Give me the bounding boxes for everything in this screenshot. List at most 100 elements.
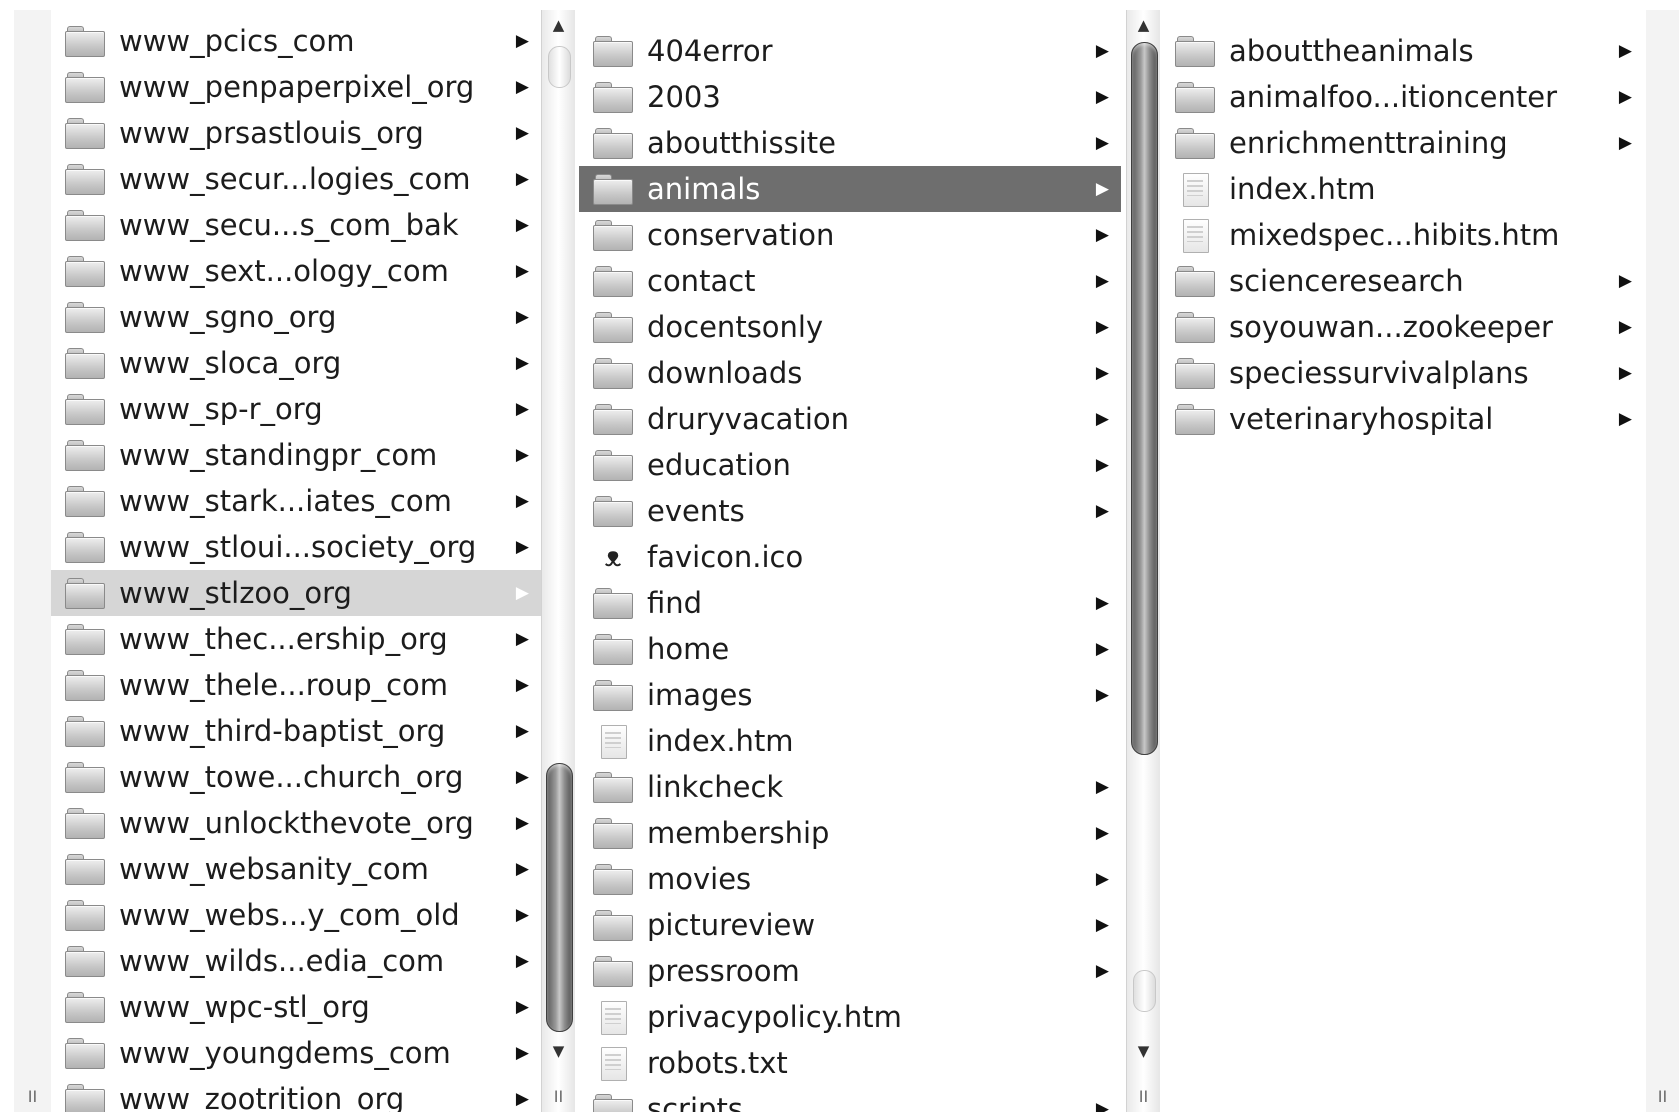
folder-row[interactable]: www_wilds...edia_com ▶ [51,938,541,984]
folder-icon [593,909,633,941]
stlzoo-scrollbar[interactable]: ▲ ▼ II [1126,10,1160,1112]
folder-row[interactable]: downloads ▶ [579,350,1121,396]
folder-row[interactable]: www_stloui...society_org ▶ [51,524,541,570]
folder-row[interactable]: 2003 ▶ [579,74,1121,120]
folder-row[interactable]: www_wpc-stl_org ▶ [51,984,541,1030]
folder-row[interactable]: www_towe...church_org ▶ [51,754,541,800]
folder-row[interactable]: www_sgno_org ▶ [51,294,541,340]
folder-row[interactable]: 404error ▶ [579,28,1121,74]
folder-row[interactable]: linkcheck ▶ [579,764,1121,810]
folder-row[interactable]: education ▶ [579,442,1121,488]
file-row[interactable]: index.htm [1161,166,1644,212]
column-resize-grip[interactable]: II [1127,1087,1160,1106]
item-name: membership [647,816,830,850]
chevron-right-icon: ▶ [515,307,529,327]
folder-row[interactable]: www_penpaperpixel_org ▶ [51,64,541,110]
file-row[interactable]: index.htm [579,718,1121,764]
folder-row[interactable]: www_websanity_com ▶ [51,846,541,892]
folder-row[interactable]: movies ▶ [579,856,1121,902]
folder-icon [65,439,105,471]
folder-row[interactable]: find ▶ [579,580,1121,626]
folder-icon [593,449,633,481]
file-row[interactable]: privacypolicy.htm [579,994,1121,1040]
folder-row[interactable]: www_stark...iates_com ▶ [51,478,541,524]
file-row[interactable]: robots.txt [579,1040,1121,1086]
scroll-down-arrow-icon[interactable]: ▼ [1127,1042,1160,1060]
folder-row[interactable]: www_thele...roup_com ▶ [51,662,541,708]
chevron-right-icon: ▶ [1618,87,1632,107]
folder-row[interactable]: www_webs...y_com_old ▶ [51,892,541,938]
folder-row[interactable]: docentsonly ▶ [579,304,1121,350]
item-name: www_webs...y_com_old [119,898,460,932]
folder-row[interactable]: www_sext...ology_com ▶ [51,248,541,294]
folder-row[interactable]: abouttheanimals ▶ [1161,28,1644,74]
file-row[interactable]: mixedspec...hibits.htm [1161,212,1644,258]
folder-row[interactable]: www_sloca_org ▶ [51,340,541,386]
folder-row[interactable]: scienceresearch ▶ [1161,258,1644,304]
folder-row[interactable]: www_thec...ership_org ▶ [51,616,541,662]
folder-row[interactable]: www_sp-r_org ▶ [51,386,541,432]
column-resize-grip[interactable]: II [1646,1087,1679,1106]
folder-row[interactable]: membership ▶ [579,810,1121,856]
folder-row[interactable]: www_secur...logies_com ▶ [51,156,541,202]
scrollbar-thumb[interactable] [546,763,573,1032]
folder-row[interactable]: www_third-baptist_org ▶ [51,708,541,754]
item-name: www_sext...ology_com [119,254,449,288]
folder-row[interactable]: www_zootrition_org ▶ [51,1076,541,1112]
folder-row[interactable]: veterinaryhospital ▶ [1161,396,1644,442]
scrollbar-thumb[interactable] [1131,42,1158,755]
sites-scrollbar[interactable]: ▲ ▼ II [541,10,575,1112]
folder-icon [65,669,105,701]
folder-row[interactable]: events ▶ [579,488,1121,534]
folder-row[interactable]: www_stlzoo_org ▶ [51,570,541,616]
folder-row[interactable]: www_youngdems_com ▶ [51,1030,541,1076]
chevron-right-icon: ▶ [1618,133,1632,153]
scroll-up-arrow-icon[interactable]: ▲ [1127,16,1160,34]
folder-row[interactable]: images ▶ [579,672,1121,718]
folder-row[interactable]: scripts ▶ [579,1086,1121,1112]
folder-row[interactable]: home ▶ [579,626,1121,672]
folder-row[interactable]: enrichmenttraining ▶ [1161,120,1644,166]
folder-row[interactable]: www_standingpr_com ▶ [51,432,541,478]
item-name: downloads [647,356,803,390]
folder-icon [593,817,633,849]
chevron-right-icon: ▶ [1618,409,1632,429]
scrollbar-track-cap [548,46,571,88]
column-resize-grip[interactable]: II [14,1087,51,1106]
folder-icon [65,347,105,379]
item-name: www_stloui...society_org [119,530,477,564]
file-row[interactable]: ᴥ favicon.ico [579,534,1121,580]
folder-row[interactable]: www_unlockthevote_org ▶ [51,800,541,846]
folder-row[interactable]: www_secu...s_com_bak ▶ [51,202,541,248]
folder-icon [65,25,105,57]
scroll-up-arrow-icon[interactable]: ▲ [542,16,575,34]
folder-row[interactable]: www_prsastlouis_org ▶ [51,110,541,156]
folder-row[interactable]: pictureview ▶ [579,902,1121,948]
folder-row[interactable]: speciessurvivalplans ▶ [1161,350,1644,396]
item-name: www_towe...church_org [119,760,464,794]
folder-icon [65,853,105,885]
item-name: www_pcics_com [119,24,355,58]
folder-row[interactable]: contact ▶ [579,258,1121,304]
folder-row[interactable]: druryvacation ▶ [579,396,1121,442]
column-resize-grip[interactable]: II [542,1087,575,1106]
item-name: www_thec...ership_org [119,622,448,656]
chevron-right-icon: ▶ [515,583,529,603]
folder-row[interactable]: animals ▶ [579,166,1121,212]
folder-row[interactable]: aboutthissite ▶ [579,120,1121,166]
column-animals: abouttheanimals ▶ animalfoo...itioncenter ▶… [1161,10,1644,1112]
folder-icon [593,1093,633,1112]
item-name: 404error [647,34,773,68]
folder-row[interactable]: www_pcics_com ▶ [51,18,541,64]
item-name: animals [647,172,761,206]
chevron-right-icon: ▶ [515,1089,529,1109]
item-name: www_third-baptist_org [119,714,446,748]
folder-row[interactable]: soyouwan...zookeeper ▶ [1161,304,1644,350]
folder-row[interactable]: animalfoo...itioncenter ▶ [1161,74,1644,120]
right-gutter: II [1646,10,1679,1112]
chevron-right-icon: ▶ [1095,41,1109,61]
folder-row[interactable]: pressroom ▶ [579,948,1121,994]
scroll-down-arrow-icon[interactable]: ▼ [542,1042,575,1060]
folder-row[interactable]: conservation ▶ [579,212,1121,258]
folder-icon [593,311,633,343]
